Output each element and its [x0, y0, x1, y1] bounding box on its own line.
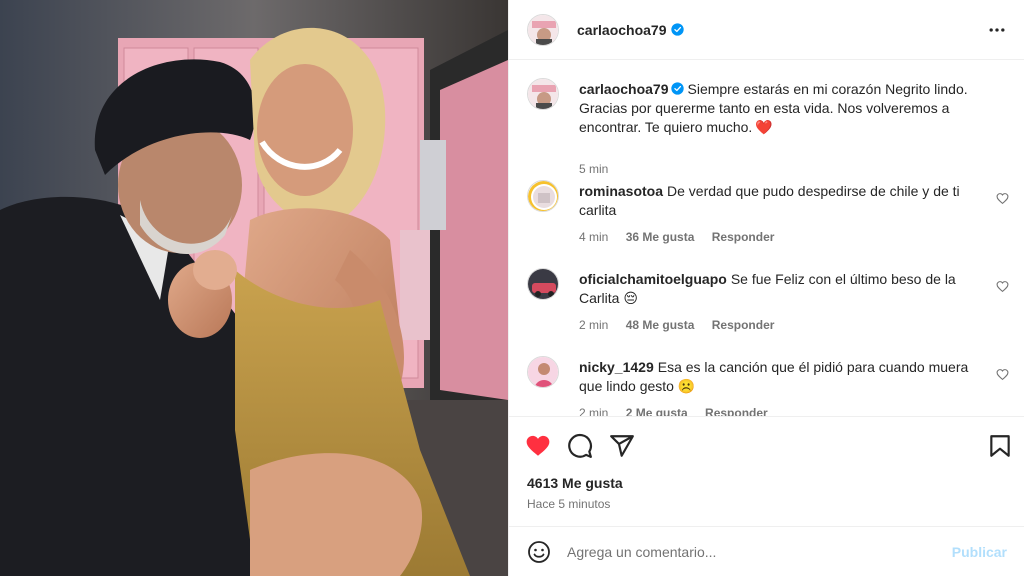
comment-likes[interactable]: 36 Me gusta	[626, 230, 695, 244]
comment-body: nicky_1429 Esa es la canción que él pidió…	[579, 358, 989, 396]
avatar[interactable]	[527, 180, 559, 212]
comments-list[interactable]: carlaochoa79 Siempre estarás en mi corazó…	[509, 60, 1024, 416]
post-photo-illustration	[0, 0, 508, 576]
avatar[interactable]	[527, 268, 559, 300]
heart-outline-icon[interactable]	[996, 192, 1009, 205]
comment-input[interactable]	[567, 543, 952, 560]
avatar[interactable]	[527, 78, 559, 110]
more-horizontal-icon[interactable]	[987, 20, 1007, 40]
caption-author[interactable]: carlaochoa79	[579, 81, 669, 97]
avatar-image	[528, 14, 558, 45]
comment-time[interactable]: 2 min	[579, 406, 608, 416]
caption-time[interactable]: 5 min	[579, 162, 608, 176]
avatar-image	[528, 357, 558, 387]
comment-meta: 4 min 36 Me gusta Responder	[579, 230, 788, 244]
reply-button[interactable]: Responder	[712, 318, 775, 332]
comment-icon[interactable]	[567, 433, 593, 459]
comment-likes[interactable]: 2 Me gusta	[626, 406, 688, 416]
comment-item: oficialchamitoelguapo Se fue Feliz con el…	[527, 268, 1009, 338]
verified-badge-icon	[670, 23, 684, 36]
comment-meta: 2 min 48 Me gusta Responder	[579, 318, 788, 332]
emoji-icon[interactable]	[527, 540, 551, 564]
post-timestamp: Hace 5 minutos	[527, 497, 611, 511]
comment-item: rominasotoa De verdad que pudo despedirse…	[527, 180, 1009, 250]
post-photo[interactable]	[0, 0, 508, 576]
comment-time[interactable]: 2 min	[579, 318, 608, 332]
comment-item: nicky_1429 Esa es la canción que él pidió…	[527, 356, 1009, 416]
avatar-image	[528, 181, 558, 211]
comment-time[interactable]: 4 min	[579, 230, 608, 244]
avatar[interactable]	[527, 356, 559, 388]
verified-badge-icon	[670, 82, 684, 95]
post-caption: carlaochoa79 Siempre estarás en mi corazó…	[527, 78, 1009, 176]
avatar-image	[528, 79, 558, 109]
heart-outline-icon[interactable]	[996, 368, 1009, 381]
send-icon[interactable]	[609, 433, 635, 459]
post-header: carlaochoa79	[509, 0, 1024, 60]
reply-button[interactable]: Responder	[705, 406, 768, 416]
avatar-image	[528, 269, 558, 299]
post-actions: 4613 Me gusta Hace 5 minutos	[509, 416, 1024, 526]
heart-filled-icon[interactable]	[525, 433, 551, 459]
comment-emoji: ☹️	[677, 378, 696, 394]
caption-meta: 5 min	[579, 162, 622, 176]
comment-emoji: 😔	[623, 290, 638, 306]
heart-outline-icon[interactable]	[996, 280, 1009, 293]
caption-emoji: ❤️	[755, 119, 773, 135]
comment-body: oficialchamitoelguapo Se fue Feliz con el…	[579, 270, 989, 308]
comment-composer: Publicar	[509, 526, 1024, 576]
reply-button[interactable]: Responder	[712, 230, 775, 244]
bookmark-icon[interactable]	[987, 433, 1013, 459]
post-author-username[interactable]: carlaochoa79	[577, 22, 667, 38]
caption-body: carlaochoa79 Siempre estarás en mi corazó…	[579, 80, 989, 137]
likes-count[interactable]: 4613 Me gusta	[527, 475, 623, 491]
comment-body: rominasotoa De verdad que pudo despedirse…	[579, 182, 989, 220]
publish-button[interactable]: Publicar	[952, 544, 1007, 560]
post-details-pane: carlaochoa79 carlaochoa79 Siempre estarás…	[508, 0, 1024, 576]
avatar[interactable]	[527, 13, 559, 46]
comment-author[interactable]: rominasotoa	[579, 183, 663, 199]
comment-meta: 2 min 2 Me gusta Responder	[579, 406, 782, 416]
comment-likes[interactable]: 48 Me gusta	[626, 318, 695, 332]
comment-author[interactable]: nicky_1429	[579, 359, 654, 375]
comment-author[interactable]: oficialchamitoelguapo	[579, 271, 727, 287]
